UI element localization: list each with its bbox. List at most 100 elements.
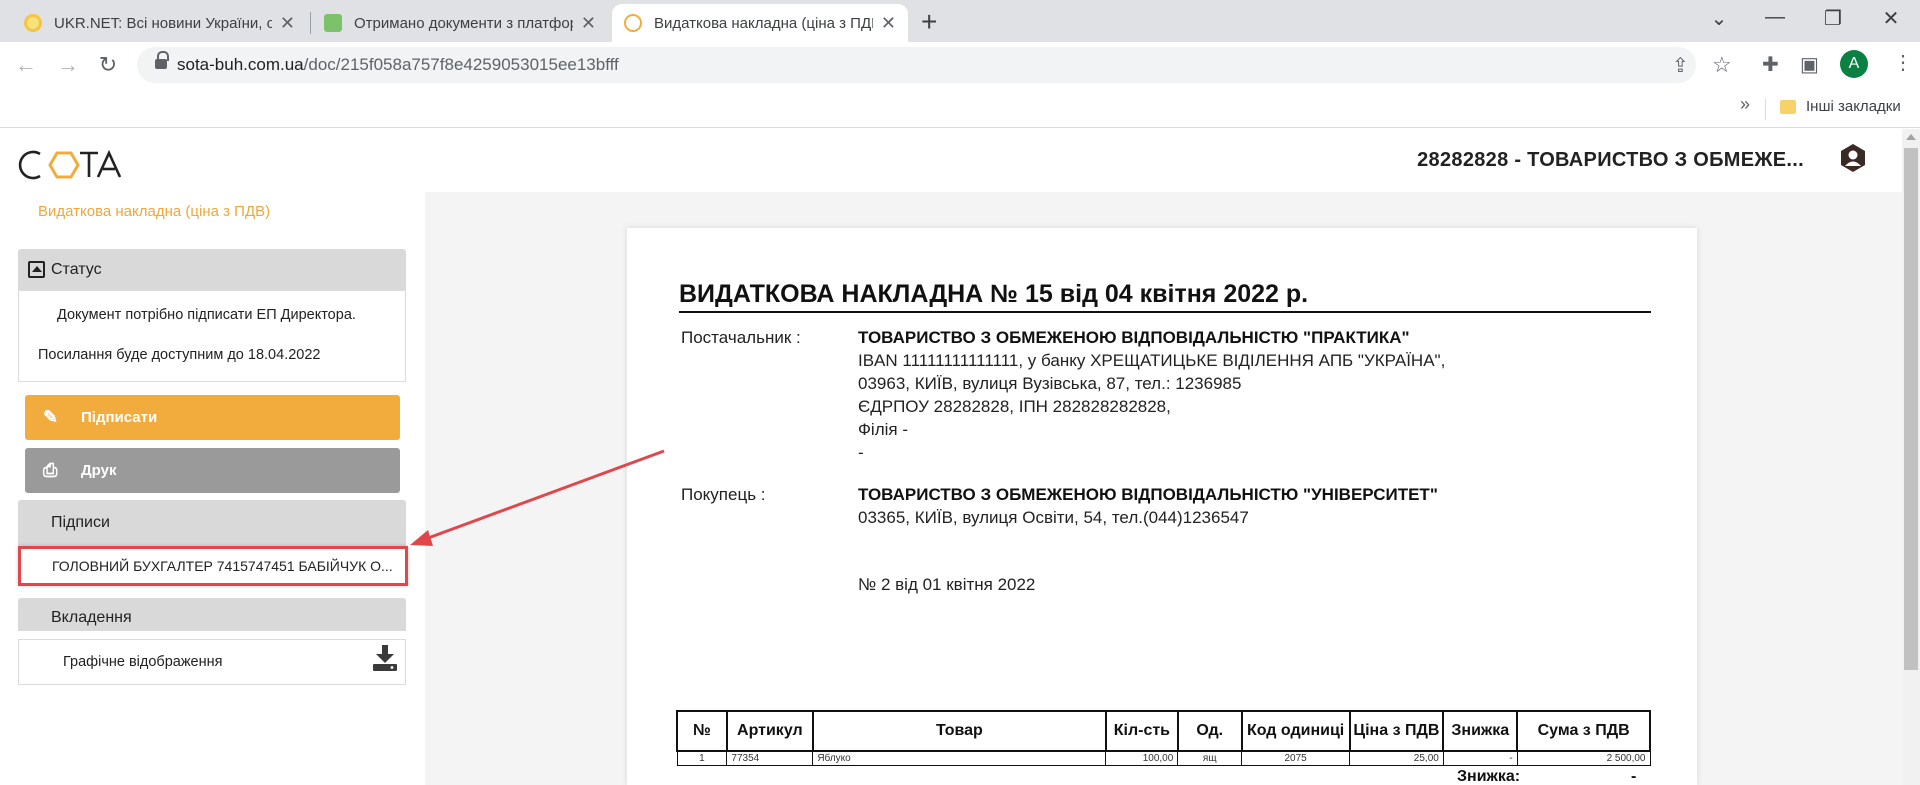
- forward-icon[interactable]: →: [54, 52, 82, 78]
- table-cell: Яблуко: [812, 750, 1107, 766]
- breadcrumb[interactable]: Видаткова накладна (ціна з ПДВ): [20, 198, 289, 226]
- tab-close-icon[interactable]: ✕: [581, 13, 596, 34]
- close-window-icon[interactable]: ✕: [1876, 6, 1906, 31]
- table-cell: ящ: [1177, 750, 1243, 766]
- scroll-up-icon[interactable]: [1906, 134, 1916, 140]
- supplier-dash: -: [858, 443, 864, 462]
- print-button-label: Друк: [81, 462, 117, 479]
- column-header: Ціна з ПДВ: [1348, 710, 1445, 752]
- bookmarks-divider: [1765, 98, 1766, 120]
- other-bookmarks[interactable]: Інші закладки: [1806, 98, 1901, 115]
- scrollbar-thumb[interactable]: [1904, 148, 1918, 670]
- tab-title: Отримано документи з платфор: [354, 14, 573, 32]
- table-cell: 1: [676, 750, 728, 766]
- supplier-branch: Філія -: [858, 420, 908, 439]
- column-header: Сума з ПДВ: [1516, 710, 1651, 752]
- user-account-icon[interactable]: [1838, 143, 1868, 173]
- menu-icon[interactable]: ⋮: [1893, 50, 1913, 75]
- mail-favicon-icon: [324, 14, 342, 32]
- supplier-name: ТОВАРИСТВО З ОБМЕЖЕНОЮ ВІДПОВІДАЛЬНІСТЮ …: [858, 328, 1410, 347]
- contract-reference: № 2 від 01 квітня 2022: [858, 575, 1036, 594]
- table-cell: -: [1442, 750, 1518, 766]
- tab-divider: [310, 12, 311, 34]
- link-expiry-message: Посилання буде доступним до 18.04.2022: [38, 347, 321, 363]
- supplier-label: Постачальник :: [681, 328, 801, 347]
- attachment-label: Графічне відображення: [63, 654, 223, 670]
- share-icon[interactable]: ⇪: [1672, 53, 1689, 78]
- collapse-icon[interactable]: [28, 261, 45, 278]
- url-text: sota-buh.com.ua/doc/215f058a757f8e425905…: [177, 55, 619, 74]
- column-header: Код одиниці: [1240, 710, 1351, 752]
- column-header: Товар: [811, 710, 1107, 752]
- buyer-address: 03365, КИЇВ, вулиця Освіти, 54, тел.(044…: [858, 508, 1249, 527]
- sign-button[interactable]: ✎ Підписати: [25, 395, 400, 440]
- status-header[interactable]: Статус: [18, 249, 406, 290]
- lock-icon: [155, 51, 169, 69]
- attachment-item[interactable]: Графічне відображення: [18, 639, 406, 685]
- supplier-codes: ЄДРПОУ 28282828, ІПН 282828282828,: [858, 397, 1171, 416]
- attachments-header: Вкладення: [18, 598, 406, 631]
- status-header-label: Статус: [51, 261, 102, 278]
- table-cell: 2 500,00: [1516, 750, 1651, 766]
- browser-tab-active[interactable]: Видаткова накладна (ціна з ПДВ ✕: [612, 4, 908, 42]
- reload-icon[interactable]: ↻: [94, 52, 122, 78]
- column-header: Од.: [1176, 710, 1243, 752]
- app-header: 28282828 - ТОВАРИСТВО З ОБМЕЖЕ...: [0, 129, 1902, 192]
- browser-tab-bar: UKR.NET: Всі новини України, ос ✕ Отрима…: [0, 0, 1920, 42]
- items-table: № Артикул Товар Кіл-сть Од. Код одиниці …: [676, 710, 1651, 766]
- bookmark-star-icon[interactable]: ☆: [1712, 52, 1732, 78]
- table-header-row: № Артикул Товар Кіл-сть Од. Код одиниці …: [676, 710, 1651, 752]
- ukrnet-favicon-icon: [24, 14, 42, 32]
- supplier-iban: IBAN 11111111111111, у банку ХРЕЩАТИЦЬКЕ…: [858, 351, 1446, 370]
- browser-tab-documents[interactable]: Отримано документи з платфор ✕: [312, 4, 608, 42]
- print-button[interactable]: ⎙ Друк: [25, 448, 400, 493]
- buyer-label: Покупець :: [681, 485, 766, 504]
- sidebar: Видаткова накладна (ціна з ПДВ) Статус Д…: [0, 192, 425, 785]
- company-name[interactable]: 28282828 - ТОВАРИСТВО З ОБМЕЖЕ...: [1417, 149, 1804, 172]
- side-panel-icon[interactable]: ▣: [1800, 52, 1819, 77]
- discount-label: Знижка:: [1457, 768, 1521, 785]
- tab-title: UKR.NET: Всі новини України, ос: [54, 14, 272, 32]
- table-row: 1 77354 Яблуко 100,00 ящ 2075 25,00 - 2 …: [676, 750, 1651, 766]
- address-bar[interactable]: sota-buh.com.ua/doc/215f058a757f8e425905…: [137, 47, 1732, 83]
- browser-toolbar: ← → ↻ sota-buh.com.ua/doc/215f058a757f8e…: [0, 42, 1920, 88]
- extensions-icon[interactable]: ✚: [1762, 52, 1779, 77]
- restore-icon[interactable]: ❐: [1818, 6, 1848, 31]
- tab-search-icon[interactable]: ⌄: [1704, 6, 1734, 31]
- table-cell: 100,00: [1105, 750, 1179, 766]
- title-underline: [679, 311, 1651, 313]
- browser-tab-ukrnet[interactable]: UKR.NET: Всі новини України, ос ✕: [12, 4, 307, 42]
- back-icon[interactable]: ←: [12, 52, 40, 78]
- download-icon[interactable]: [372, 644, 398, 672]
- profile-avatar[interactable]: A: [1840, 50, 1868, 78]
- signatures-header-label: Підписи: [51, 514, 110, 531]
- sign-button-label: Підписати: [81, 409, 158, 426]
- bookmarks-bar: » Інші закладки: [0, 88, 1920, 128]
- sota-logo[interactable]: [18, 141, 122, 186]
- buyer-name: ТОВАРИСТВО З ОБМЕЖЕНОЮ ВІДПОВІДАЛЬНІСТЮ …: [858, 485, 1438, 504]
- status-panel: Документ потрібно підписати ЕП Директора…: [18, 290, 406, 382]
- tab-close-icon[interactable]: ✕: [280, 13, 295, 34]
- tab-title: Видаткова накладна (ціна з ПДВ: [654, 14, 873, 32]
- column-header: №: [676, 710, 728, 752]
- discount-value: -: [1631, 768, 1637, 785]
- status-message: Документ потрібно підписати ЕП Директора…: [57, 307, 356, 323]
- sota-favicon-icon: [624, 14, 642, 32]
- document-title: ВИДАТКОВА НАКЛАДНА № 15 від 04 квітня 20…: [679, 280, 1309, 308]
- table-cell: 25,00: [1349, 750, 1444, 766]
- column-header: Артикул: [725, 710, 814, 752]
- tab-close-icon[interactable]: ✕: [881, 13, 896, 34]
- bookmarks-more-icon[interactable]: »: [1740, 94, 1750, 115]
- table-cell: 77354: [726, 750, 814, 766]
- column-header: Знижка: [1442, 710, 1519, 752]
- document-preview: ВИДАТКОВА НАКЛАДНА № 15 від 04 квітня 20…: [627, 228, 1697, 785]
- new-tab-button[interactable]: +: [921, 6, 937, 38]
- folder-icon: [1780, 100, 1796, 114]
- signature-item[interactable]: ГОЛОВНИЙ БУХГАЛТЕР 7415747451 БАБІЙЧУК О…: [18, 546, 408, 586]
- pencil-icon: ✎: [43, 407, 59, 427]
- table-cell: 2075: [1241, 750, 1351, 766]
- supplier-address: 03963, КИЇВ, вулиця Вузівська, 87, тел.:…: [858, 374, 1242, 393]
- minimize-icon[interactable]: —: [1760, 6, 1790, 29]
- attachments-header-label: Вкладення: [51, 609, 132, 626]
- column-header: Кіл-сть: [1104, 710, 1179, 752]
